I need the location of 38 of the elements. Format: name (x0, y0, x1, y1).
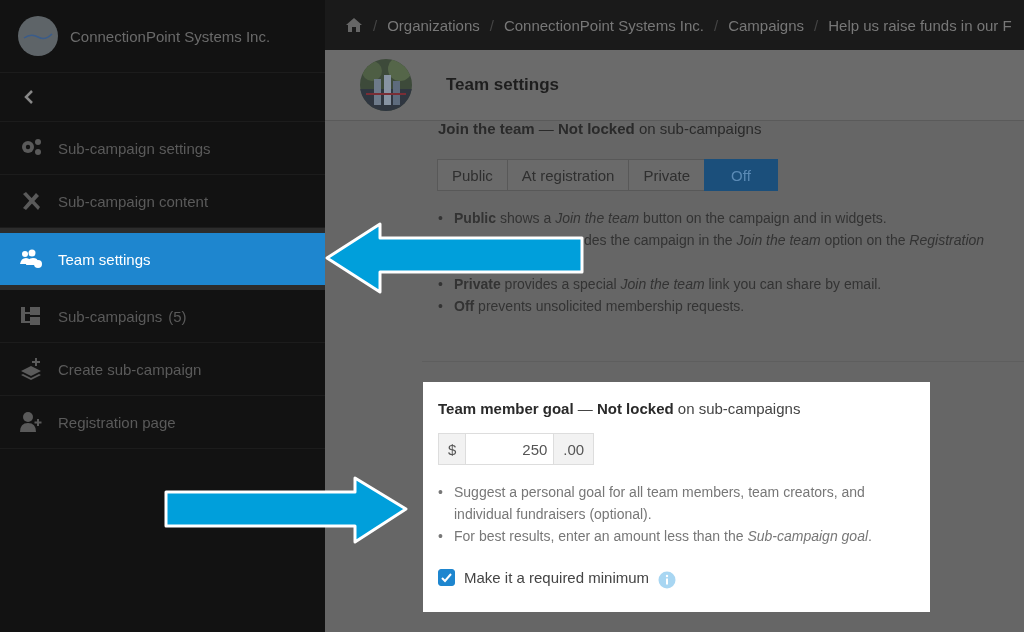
sidebar-item[interactable]: Create sub-campaign (0, 343, 325, 396)
bullet-marker: • (438, 209, 444, 228)
sidebar-item[interactable]: Registration page (0, 396, 325, 449)
option-tab[interactable]: Public (437, 159, 508, 191)
breadcrumb-link[interactable]: Campaigns (728, 16, 805, 34)
bullet-marker: • (438, 275, 444, 294)
section-title: Team settings (446, 75, 560, 95)
breadcrumb-separator: / (714, 16, 719, 34)
option-tab[interactable]: At registration (506, 159, 630, 191)
sidebar-item[interactable]: Team settings (0, 228, 325, 290)
option-tab[interactable]: Private (628, 159, 706, 191)
breadcrumb-link[interactable]: ConnectionPoint Systems Inc. (503, 16, 704, 34)
home-icon[interactable] (345, 17, 363, 33)
sidebar-item[interactable]: Sub-campaigns (5) (0, 290, 325, 343)
sidebar-item[interactable]: Sub-campaign settings (0, 122, 325, 175)
bullet-marker: • (438, 527, 444, 546)
user-plus-icon (18, 410, 44, 434)
setting-heading: Team member goal — Not locked on sub-campaigns (438, 400, 802, 417)
breadcrumb-separator: / (489, 16, 494, 34)
cents-addon: .00 (553, 433, 595, 465)
org-name: ConnectionPoint Systems Inc. (70, 27, 271, 45)
breadcrumb-separator: / (814, 16, 819, 34)
team-icon (18, 247, 44, 271)
checkbox[interactable] (438, 568, 455, 586)
setting-heading: Join the team — Not locked on sub-campaigns (438, 121, 763, 137)
back-icon[interactable] (24, 90, 34, 104)
breadcrumb-link[interactable]: Organizations (387, 16, 480, 34)
goal-input[interactable]: 250 (466, 433, 554, 465)
bullet-marker: • (438, 483, 444, 502)
option-tab[interactable]: Off (704, 159, 778, 191)
org-logo (18, 16, 58, 56)
checkbox-label[interactable]: Make it a required minimum (464, 568, 650, 586)
bullet-marker: • (438, 297, 444, 316)
help-note: For best results, enter an amount less than the Sub-campaign goal. (454, 527, 873, 546)
breadcrumb-link[interactable]: Help us raise funds in our F (828, 16, 1012, 34)
currency-addon: $ (438, 433, 467, 465)
breadcrumb-separator: / (373, 16, 378, 34)
help-note: Suggest a personal goal for all team members, team creators, and individual fundraisers (optional). (454, 483, 866, 524)
